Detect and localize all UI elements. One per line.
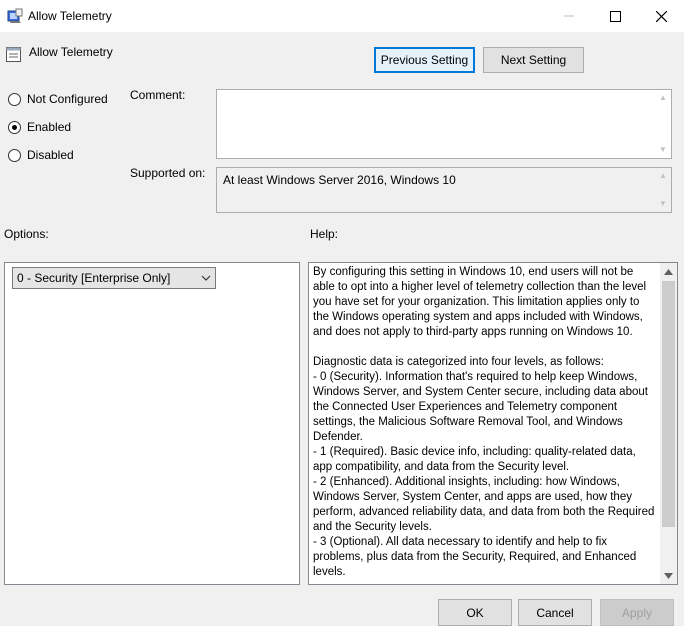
radio-enabled[interactable]: Enabled bbox=[8, 120, 71, 134]
radio-label: Disabled bbox=[27, 148, 74, 162]
supported-on-value: At least Windows Server 2016, Windows 10 bbox=[223, 173, 456, 187]
close-button[interactable] bbox=[638, 0, 684, 32]
setting-name: Allow Telemetry bbox=[29, 45, 113, 59]
options-pane: 0 - Security [Enterprise Only] bbox=[4, 262, 300, 585]
scroll-up-icon[interactable]: ▲ bbox=[659, 94, 667, 102]
scroll-down-icon[interactable] bbox=[660, 567, 677, 584]
scroll-down-icon[interactable]: ▼ bbox=[659, 146, 667, 154]
dropdown-value: 0 - Security [Enterprise Only] bbox=[17, 271, 171, 285]
radio-disabled[interactable]: Disabled bbox=[8, 148, 74, 162]
scroll-up-icon[interactable]: ▲ bbox=[659, 172, 667, 180]
ok-button[interactable]: OK bbox=[438, 599, 512, 626]
minimize-icon bbox=[564, 15, 574, 17]
setting-icon bbox=[6, 47, 21, 62]
chevron-down-icon bbox=[201, 275, 211, 281]
scrollbar-thumb[interactable] bbox=[662, 281, 675, 527]
close-icon bbox=[655, 10, 667, 22]
radio-label: Enabled bbox=[27, 120, 72, 134]
policy-icon bbox=[7, 8, 23, 24]
cancel-button[interactable]: Cancel bbox=[518, 599, 592, 626]
radio-button[interactable] bbox=[8, 92, 21, 106]
comment-label: Comment: bbox=[130, 88, 186, 102]
radio-button[interactable] bbox=[8, 148, 21, 162]
radio-button-selected[interactable] bbox=[8, 120, 21, 134]
help-pane: By configuring this setting in Windows 1… bbox=[308, 262, 678, 585]
help-label: Help: bbox=[310, 227, 339, 241]
maximize-button[interactable] bbox=[592, 0, 638, 32]
supported-on-field: At least Windows Server 2016, Windows 10… bbox=[216, 167, 672, 213]
help-text: By configuring this setting in Windows 1… bbox=[313, 266, 655, 578]
scroll-down-icon[interactable]: ▼ bbox=[659, 200, 667, 208]
radio-label: Not Configured bbox=[27, 92, 108, 106]
window-title: Allow Telemetry bbox=[28, 9, 112, 23]
supported-scrollbar[interactable]: ▲ ▼ bbox=[655, 168, 671, 212]
apply-button[interactable]: Apply bbox=[600, 599, 674, 626]
previous-setting-button[interactable]: Previous Setting bbox=[374, 47, 475, 73]
telemetry-level-dropdown[interactable]: 0 - Security [Enterprise Only] bbox=[12, 267, 216, 289]
scroll-up-icon[interactable] bbox=[660, 263, 677, 280]
radio-not-configured[interactable]: Not Configured bbox=[8, 92, 108, 106]
supported-on-label: Supported on: bbox=[130, 166, 206, 180]
help-scrollbar[interactable] bbox=[660, 263, 677, 584]
title-bar: Allow Telemetry bbox=[0, 0, 684, 32]
maximize-icon bbox=[609, 10, 621, 22]
comment-scrollbar[interactable]: ▲ ▼ bbox=[655, 90, 671, 158]
minimize-button[interactable] bbox=[546, 0, 592, 32]
next-setting-button[interactable]: Next Setting bbox=[483, 47, 584, 73]
options-label: Options: bbox=[4, 227, 49, 241]
comment-field[interactable]: ▲ ▼ bbox=[216, 89, 672, 159]
